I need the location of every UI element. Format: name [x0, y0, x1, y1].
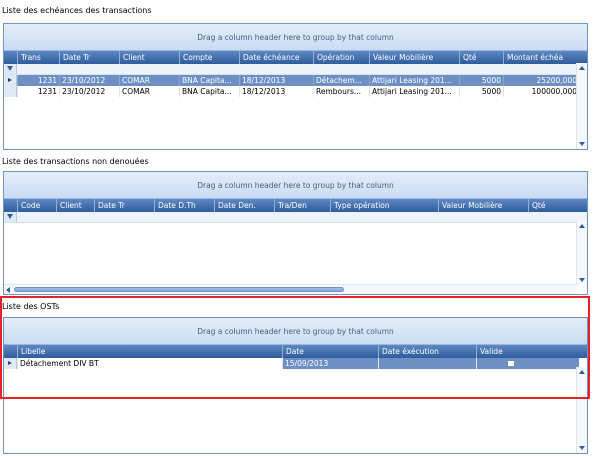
cell: BNA Capita...: [179, 86, 239, 97]
cell: 1231: [17, 75, 59, 86]
valide-checkbox[interactable]: [507, 360, 515, 367]
scroll-down-icon[interactable]: [579, 446, 585, 450]
filter-row[interactable]: [4, 212, 587, 223]
cell: COMAR: [119, 86, 179, 97]
group-panel[interactable]: Drag a column header here to group by th…: [4, 172, 587, 199]
horizontal-scrollbar[interactable]: [4, 284, 577, 294]
col-date-den[interactable]: Date Den.: [214, 199, 274, 212]
filter-row[interactable]: [4, 64, 587, 75]
scroll-up-icon[interactable]: [579, 66, 585, 70]
cell: COMAR: [119, 75, 179, 86]
cell: Attijari Leasing 201...: [369, 75, 459, 86]
col-tra-den[interactable]: Tra/Den: [274, 199, 330, 212]
scroll-up-icon[interactable]: [579, 370, 585, 374]
col-compte[interactable]: Compte: [179, 51, 239, 64]
col-date[interactable]: Date: [282, 345, 378, 358]
scroll-up-icon[interactable]: [579, 224, 585, 228]
current-row-arrow-icon: [8, 78, 12, 82]
col-valeur-mobiliere[interactable]: Valeur Mobilière: [438, 199, 528, 212]
table-row[interactable]: 1231 23/10/2012 COMAR BNA Capita... 18/1…: [4, 75, 587, 86]
column-headers: Libelle Date Date éxécution Valide: [4, 345, 587, 358]
column-headers: Trans Date Tr Client Compte Date échéanc…: [4, 51, 587, 64]
col-date-tr[interactable]: Date Tr: [59, 51, 119, 64]
table-row[interactable]: Détachement DIV BT 15/09/2013: [4, 358, 587, 369]
col-date-dth[interactable]: Date D.Th: [154, 199, 214, 212]
col-date-tr[interactable]: Date Tr: [94, 199, 154, 212]
col-trans[interactable]: Trans: [17, 51, 59, 64]
group-panel[interactable]: Drag a column header here to group by th…: [4, 318, 587, 345]
table-row[interactable]: 1231 23/10/2012 COMAR BNA Capita... 18/1…: [4, 86, 587, 97]
scroll-down-icon[interactable]: [579, 278, 585, 282]
col-valide[interactable]: Valide: [476, 345, 543, 358]
vertical-scrollbar[interactable]: [576, 221, 587, 285]
echeances-grid: Drag a column header here to group by th…: [3, 23, 588, 150]
col-qte[interactable]: Qté: [528, 199, 578, 212]
scroll-thumb[interactable]: [14, 287, 344, 292]
cell: Attijari Leasing 201...: [369, 86, 459, 97]
cell: 23/10/2012: [59, 75, 119, 86]
col-client[interactable]: Client: [56, 199, 94, 212]
vertical-scrollbar[interactable]: [576, 63, 587, 149]
col-date-execution[interactable]: Date éxécution: [378, 345, 476, 358]
cell: 25200,000: [503, 75, 579, 86]
vertical-scrollbar[interactable]: [576, 367, 587, 453]
current-row-arrow-icon: [8, 361, 12, 365]
cell: 5000: [459, 75, 503, 86]
col-code[interactable]: Code: [17, 199, 56, 212]
row-indicator-header: [4, 199, 17, 212]
scroll-down-icon[interactable]: [579, 142, 585, 146]
group-hint: Drag a column header here to group by th…: [197, 180, 394, 190]
col-montant[interactable]: Montant échéa: [503, 51, 579, 64]
cell: 18/12/2013: [239, 75, 313, 86]
cell: Détachem...: [313, 75, 369, 86]
cell: 5000: [459, 86, 503, 97]
filter-icon[interactable]: [7, 66, 13, 71]
cell-valide: [476, 358, 579, 369]
cell: 23/10/2012: [59, 86, 119, 97]
cell-libelle: Détachement DIV BT: [17, 358, 282, 369]
group-hint: Drag a column header here to group by th…: [197, 32, 394, 42]
cell: BNA Capita...: [179, 75, 239, 86]
cell-date-execution: [378, 358, 476, 369]
group-hint: Drag a column header here to group by th…: [197, 326, 394, 336]
col-operation[interactable]: Opération: [313, 51, 369, 64]
osts-title: Liste des OSTs: [2, 302, 60, 311]
column-headers: Code Client Date Tr Date D.Th Date Den. …: [4, 199, 587, 212]
filter-icon[interactable]: [7, 214, 13, 219]
group-panel[interactable]: Drag a column header here to group by th…: [4, 24, 587, 51]
cell: 18/12/2013: [239, 86, 313, 97]
cell: 1231: [17, 86, 59, 97]
row-indicator-header: [4, 51, 17, 64]
osts-grid: Drag a column header here to group by th…: [3, 317, 588, 454]
col-type-operation[interactable]: Type opération: [330, 199, 438, 212]
col-date-echeance[interactable]: Date échéance: [239, 51, 313, 64]
scroll-left-icon[interactable]: [6, 287, 10, 293]
non-denouees-grid: Drag a column header here to group by th…: [3, 171, 588, 295]
row-indicator-header: [4, 345, 17, 358]
cell: 100000,000: [503, 86, 579, 97]
echeances-title: Liste des echéances des transactions: [2, 6, 152, 15]
cell-date: 15/09/2013: [282, 358, 378, 369]
col-client[interactable]: Client: [119, 51, 179, 64]
col-valeur-mobiliere[interactable]: Valeur Mobilière: [369, 51, 459, 64]
col-libelle[interactable]: Libelle: [17, 345, 282, 358]
non-denouees-title: Liste des transactions non denouées: [2, 157, 149, 166]
col-qte[interactable]: Qté: [459, 51, 503, 64]
cell: Rembours...: [313, 86, 369, 97]
